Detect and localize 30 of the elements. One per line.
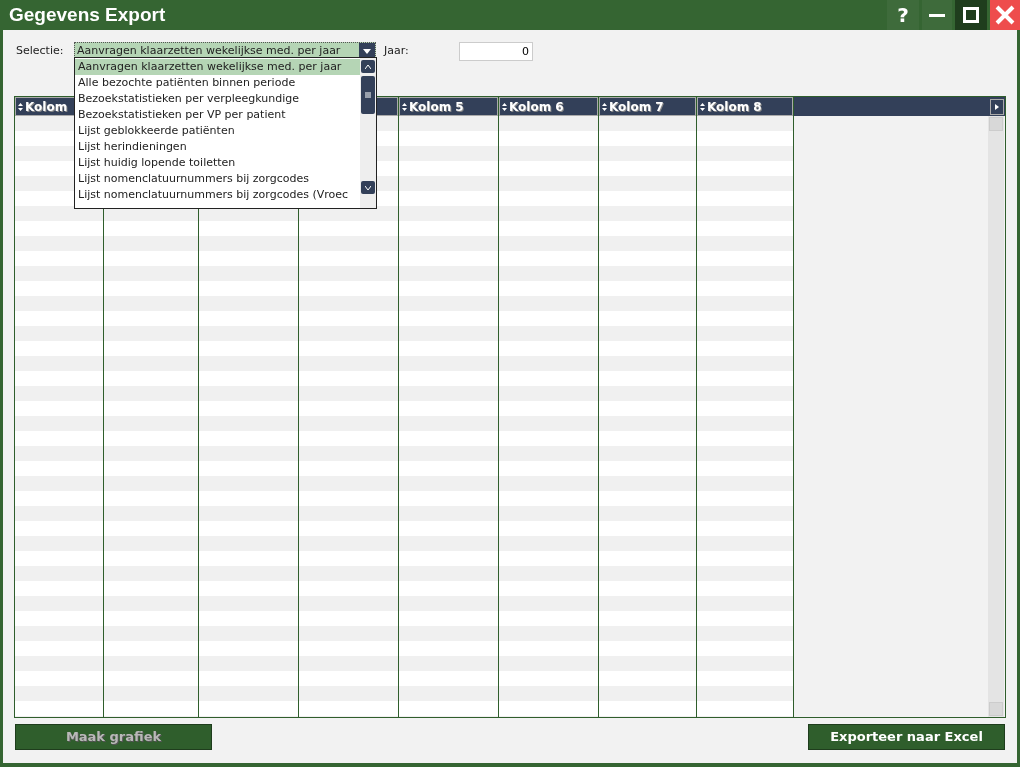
selectie-option[interactable]: Aanvragen klaarzetten wekelijkse med. per jaar: [75, 59, 360, 75]
sort-icon: [502, 102, 507, 111]
scroll-right-icon[interactable]: [990, 98, 1004, 115]
selectie-option[interactable]: Lijst herindieningen: [75, 139, 360, 155]
selectie-option[interactable]: Lijst nomenclatuurnummers bij zorgcodes (Vroec: [75, 187, 360, 203]
close-button[interactable]: [990, 0, 1020, 30]
sort-icon: [18, 102, 23, 111]
export-button[interactable]: Exporteer naar Excel: [808, 724, 1005, 750]
help-button[interactable]: ?: [887, 0, 919, 30]
window-title: Gegevens Export: [8, 2, 166, 27]
jaar-label: Jaar:: [384, 42, 410, 59]
minimize-button[interactable]: [922, 0, 952, 30]
jaar-field[interactable]: 0: [459, 41, 533, 61]
selectie-option[interactable]: Lijst geblokkeerde patiënten: [75, 123, 360, 139]
sort-icon: [402, 102, 407, 111]
selectie-option[interactable]: Alle bezochte patiënten binnen periode: [75, 75, 360, 91]
scroll-down-icon[interactable]: [361, 181, 375, 194]
selectie-option[interactable]: Lijst huidig lopende toiletten: [75, 155, 360, 171]
scrollbar-thumb[interactable]: [361, 76, 375, 114]
sort-icon: [602, 102, 607, 111]
column-header[interactable]: Kolom 6: [499, 97, 598, 116]
scroll-up-icon[interactable]: [361, 60, 375, 73]
column-header[interactable]: Kolom 8: [697, 97, 793, 116]
column-header[interactable]: Kolom 7: [599, 97, 696, 116]
selectie-option[interactable]: Lijst nomenclatuurnummers bij zorgcodes: [75, 171, 360, 187]
selectie-label: Selectie:: [16, 42, 65, 59]
vertical-scrollbar[interactable]: [988, 116, 1004, 717]
sort-icon: [700, 102, 705, 111]
maximize-button[interactable]: [955, 0, 987, 30]
column-header[interactable]: Kolom 5: [399, 97, 498, 116]
